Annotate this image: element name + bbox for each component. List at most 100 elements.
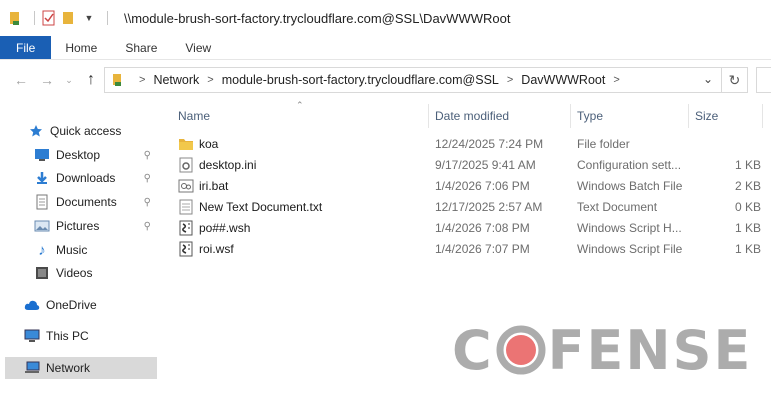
- music-icon: ♪: [38, 241, 46, 259]
- table-row[interactable]: desktop.ini 9/17/2025 9:41 AM Configurat…: [162, 155, 771, 175]
- sidebar-item-downloads[interactable]: Downloads ⚲: [34, 167, 157, 189]
- file-name-cell: po##.wsh: [178, 218, 433, 238]
- customize-dropdown-icon[interactable]: ▼: [81, 10, 97, 26]
- sidebar-item-network[interactable]: Network: [5, 357, 157, 379]
- window-title: \\module-brush-sort-factory.trycloudflar…: [124, 10, 511, 26]
- column-divider[interactable]: [762, 104, 763, 128]
- watermark-text-right: FENSE: [547, 318, 753, 382]
- file-type: Windows Batch File: [577, 179, 683, 193]
- sidebar-item-music[interactable]: ♪ Music: [34, 239, 157, 261]
- folder-icon[interactable]: [8, 10, 24, 26]
- file-type: Windows Script H...: [577, 221, 682, 235]
- file-name-cell: New Text Document.txt: [178, 197, 433, 217]
- sidebar-item-this-pc[interactable]: This PC: [24, 325, 157, 347]
- column-header-date[interactable]: Date modified: [435, 104, 573, 128]
- file-name-cell: iri.bat: [178, 176, 433, 196]
- title-bar: ▼ \\module-brush-sort-factory.trycloudfl…: [0, 0, 771, 36]
- address-dropdown-icon[interactable]: ⌄: [703, 72, 713, 86]
- network-icon: [24, 360, 40, 376]
- column-header-name[interactable]: Name: [178, 104, 428, 128]
- file-date: 12/17/2025 2:57 AM: [435, 200, 543, 214]
- up-arrow-icon[interactable]: ↑: [80, 69, 102, 91]
- recent-locations-icon[interactable]: ⌄: [58, 69, 80, 91]
- address-bar[interactable]: > Network > module-brush-sort-factory.tr…: [104, 67, 722, 93]
- sidebar-item-documents[interactable]: Documents ⚲: [34, 191, 157, 213]
- file-name: roi.wsf: [199, 242, 234, 256]
- file-name-cell: desktop.ini: [178, 155, 433, 175]
- breadcrumb-davwwwroot[interactable]: DavWWWRoot: [521, 73, 605, 87]
- column-divider[interactable]: [570, 104, 571, 128]
- script-file-icon: [178, 220, 194, 236]
- file-size: 1 KB: [734, 158, 761, 172]
- file-name: desktop.ini: [199, 158, 257, 172]
- sidebar-item-label: Videos: [56, 266, 93, 280]
- watermark-o-icon: [496, 325, 546, 375]
- properties-icon[interactable]: [41, 10, 57, 26]
- file-name: New Text Document.txt: [199, 200, 323, 214]
- pictures-icon: [34, 218, 50, 234]
- table-row[interactable]: roi.wsf 1/4/2026 7:07 PM Windows Script …: [162, 239, 771, 259]
- file-date: 1/4/2026 7:08 PM: [435, 221, 530, 235]
- computer-icon: [24, 328, 40, 344]
- sidebar-item-label: Documents: [56, 195, 117, 209]
- back-arrow-icon[interactable]: ←: [10, 69, 32, 91]
- file-date: 9/17/2025 9:41 AM: [435, 158, 536, 172]
- sidebar-item-label: Pictures: [56, 219, 100, 233]
- column-header-type[interactable]: Type: [577, 104, 687, 128]
- refresh-icon[interactable]: ↻: [722, 67, 748, 93]
- breadcrumb-separator-icon: >: [506, 74, 514, 86]
- cofense-watermark-logo: C FENSE: [452, 319, 752, 382]
- breadcrumb-separator-icon: >: [207, 74, 214, 86]
- file-type: Windows Script File: [577, 242, 683, 256]
- file-date: 1/4/2026 7:07 PM: [435, 242, 530, 256]
- sidebar-item-label: Music: [56, 243, 88, 257]
- file-name-cell: roi.wsf: [178, 239, 433, 259]
- file-size: 1 KB: [734, 242, 761, 256]
- tab-home[interactable]: Home: [51, 36, 111, 59]
- file-name: iri.bat: [199, 179, 229, 193]
- file-type: File folder: [577, 137, 630, 151]
- sidebar-item-onedrive[interactable]: OneDrive: [24, 294, 157, 316]
- tab-share[interactable]: Share: [111, 36, 171, 59]
- table-row[interactable]: koa 12/24/2025 7:24 PM File folder: [162, 134, 771, 154]
- column-header-size[interactable]: Size: [695, 104, 755, 128]
- new-folder-icon[interactable]: [61, 10, 77, 26]
- text-file-icon: [178, 199, 194, 215]
- table-row[interactable]: iri.bat 1/4/2026 7:06 PM Windows Batch F…: [162, 176, 771, 196]
- breadcrumb-separator-icon: >: [139, 74, 146, 86]
- breadcrumb-separator-icon: >: [613, 74, 620, 86]
- file-name-cell: koa: [178, 134, 433, 154]
- pin-icon[interactable]: ⚲: [144, 221, 151, 232]
- sidebar-item-desktop[interactable]: Desktop ⚲: [34, 144, 157, 166]
- file-type: Configuration sett...: [577, 158, 682, 172]
- pin-icon[interactable]: ⚲: [144, 173, 151, 184]
- column-divider[interactable]: [688, 104, 689, 128]
- location-folder-icon: [111, 73, 125, 87]
- file-date: 1/4/2026 7:06 PM: [435, 179, 530, 193]
- file-date: 12/24/2025 7:24 PM: [435, 137, 544, 151]
- breadcrumb-host[interactable]: module-brush-sort-factory.trycloudflare.…: [222, 73, 499, 87]
- table-row[interactable]: po##.wsh 1/4/2026 7:08 PM Windows Script…: [162, 218, 771, 238]
- table-row[interactable]: New Text Document.txt 12/17/2025 2:57 AM…: [162, 197, 771, 217]
- sidebar-item-videos[interactable]: Videos: [34, 262, 157, 284]
- folder-icon: [178, 136, 194, 152]
- cloud-icon: [24, 297, 40, 313]
- pin-icon[interactable]: ⚲: [144, 197, 151, 208]
- title-separator: [107, 11, 108, 25]
- sidebar-item-label: Downloads: [56, 171, 116, 185]
- download-icon: [34, 170, 50, 186]
- search-input[interactable]: [756, 67, 771, 93]
- sidebar-item-label: Desktop: [56, 148, 101, 162]
- sidebar-item-pictures[interactable]: Pictures ⚲: [34, 215, 157, 237]
- pin-icon[interactable]: ⚲: [144, 150, 151, 161]
- settings-file-icon: [178, 157, 194, 173]
- forward-arrow-icon[interactable]: →: [36, 69, 58, 91]
- breadcrumb-network[interactable]: Network: [153, 73, 199, 87]
- tab-view[interactable]: View: [171, 36, 225, 59]
- file-size: 1 KB: [734, 221, 761, 235]
- tab-file[interactable]: File: [0, 36, 52, 59]
- file-type: Text Document: [577, 200, 658, 214]
- column-divider[interactable]: [428, 104, 429, 128]
- ribbon-tabs: File Home Share View: [0, 36, 771, 60]
- file-size: [695, 134, 761, 154]
